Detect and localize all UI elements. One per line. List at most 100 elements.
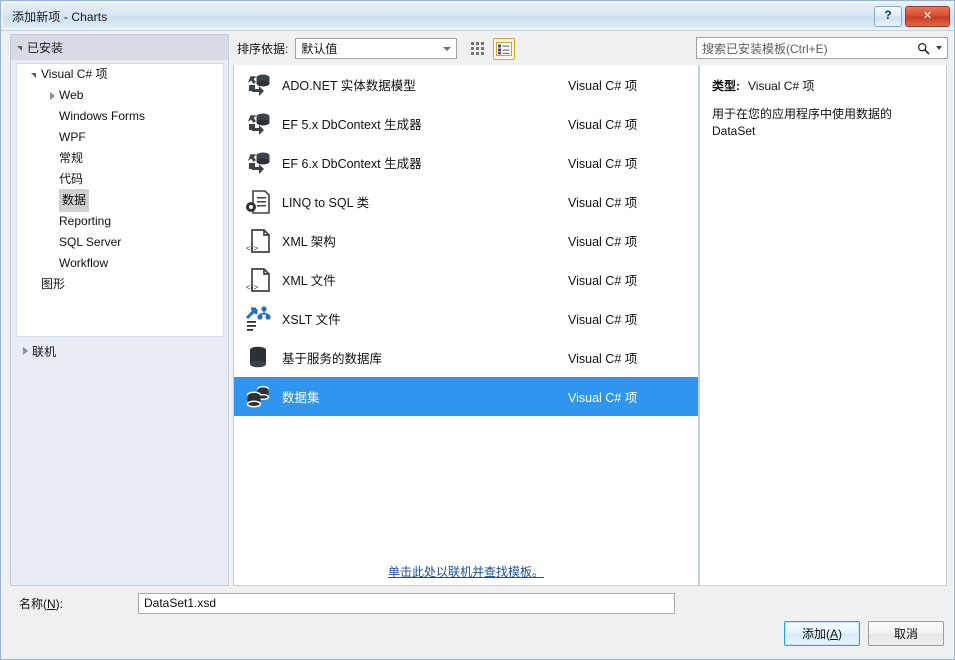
list-view-button[interactable] bbox=[493, 37, 516, 60]
find-online-templates-link[interactable]: 单击此处以联机并查找模板。 bbox=[234, 563, 698, 580]
sidebar-item-1[interactable]: Visual C# 项 bbox=[17, 64, 223, 85]
chevron-down-icon bbox=[438, 40, 456, 57]
window-controls bbox=[874, 6, 950, 27]
search-dropdown-icon[interactable] bbox=[934, 46, 944, 50]
detail-type-value: Visual C# 项 bbox=[748, 79, 815, 93]
template-item-name: ADO.NET 实体数据模型 bbox=[282, 79, 416, 93]
name-label-suffix: ): bbox=[55, 596, 64, 611]
grid-view-button[interactable] bbox=[467, 38, 489, 60]
sidebar-item-label: WPF bbox=[59, 130, 86, 144]
template-item-kind: Visual C# 项 bbox=[568, 157, 638, 171]
collapse-triangle-icon bbox=[11, 44, 27, 51]
sidebar-item-7[interactable]: 数据 bbox=[17, 189, 223, 212]
search-placeholder: 搜索已安装模板(Ctrl+E) bbox=[702, 41, 828, 56]
help-icon[interactable] bbox=[874, 6, 902, 27]
database-icon bbox=[250, 346, 266, 367]
template-item-name: XSLT 文件 bbox=[282, 313, 341, 327]
sidebar-item-label: 图形 bbox=[41, 277, 66, 291]
template-list-item[interactable]: EF 5.x DbContext 生成器 Visual C# 项 bbox=[234, 104, 698, 143]
installed-header[interactable]: 已安装 bbox=[11, 35, 228, 60]
tree-node-container: Visual C# 项 Web Windows Forms WPF 常规代码数据 Repo… bbox=[16, 63, 224, 337]
installed-templates-tree: 已安装 Visual C# 项 Web Windows Forms WPF 常规代码数据… bbox=[10, 34, 229, 586]
xslt-file-icon bbox=[245, 305, 271, 331]
template-list-rows: ADO.NET 实体数据模型 Visual C# 项 EF 5.x DbContex… bbox=[234, 65, 698, 416]
name-input[interactable]: DataSet1.xsd bbox=[138, 592, 675, 614]
template-item-kind: Visual C# 项 bbox=[568, 352, 638, 366]
template-list: ADO.NET 实体数据模型 Visual C# 项 EF 5.x DbContex… bbox=[233, 65, 699, 586]
xml-file-icon: <▪> bbox=[246, 267, 270, 292]
sidebar-item-9[interactable]: SQL Server bbox=[17, 232, 223, 253]
sidebar-item-2[interactable]: Web bbox=[17, 85, 223, 106]
expand-triangle-icon[interactable] bbox=[43, 92, 59, 100]
database-icon bbox=[234, 338, 282, 377]
detail-type-label: 类型: bbox=[712, 79, 740, 93]
template-item-kind: Visual C# 项 bbox=[568, 196, 638, 210]
xslt-file-icon bbox=[234, 299, 282, 338]
entity-data-model-icon bbox=[234, 143, 282, 182]
linq-to-sql-icon bbox=[234, 182, 282, 221]
detail-description: 用于在您的应用程序中使用数据的 DataSet bbox=[712, 107, 893, 138]
template-item-name: XML 架构 bbox=[282, 235, 336, 249]
template-list-item[interactable]: <▪> XML 文件 Visual C# 项 bbox=[234, 260, 698, 299]
sidebar-item-3[interactable]: Windows Forms bbox=[17, 106, 223, 127]
name-row: 名称(N): DataSet1.xsd bbox=[1, 587, 954, 619]
close-icon[interactable] bbox=[905, 6, 950, 27]
title-bar: 添加新项 - Charts bbox=[1, 1, 954, 31]
template-item-kind: Visual C# 项 bbox=[568, 391, 638, 405]
template-list-item[interactable]: LINQ to SQL 类 Visual C# 项 bbox=[234, 182, 698, 221]
add-new-item-dialog: 添加新项 - Charts 排序依据: 默认值 bbox=[0, 0, 955, 660]
left-gutter bbox=[1, 32, 10, 586]
linq-to-sql-icon bbox=[246, 189, 270, 214]
sort-by-label: 排序依据: bbox=[237, 42, 289, 56]
sidebar-item-11[interactable]: 图形 bbox=[17, 274, 223, 295]
list-toolbar: 排序依据: 默认值 bbox=[233, 32, 699, 65]
dataset-icon bbox=[234, 377, 282, 416]
sidebar-item-4[interactable]: WPF bbox=[17, 127, 223, 148]
template-item-name: EF 6.x DbContext 生成器 bbox=[282, 157, 422, 171]
sidebar-item-10[interactable]: Workflow bbox=[17, 253, 223, 274]
search-icon bbox=[912, 42, 934, 55]
template-item-name: XML 文件 bbox=[282, 274, 336, 288]
dataset-icon bbox=[246, 385, 270, 407]
template-list-item[interactable]: EF 6.x DbContext 生成器 Visual C# 项 bbox=[234, 143, 698, 182]
sidebar-item-6[interactable]: 代码 bbox=[17, 169, 223, 190]
sidebar-item-label: 代码 bbox=[59, 172, 84, 186]
svg-text:<▪>: <▪> bbox=[246, 283, 259, 292]
template-list-item[interactable]: 数据集 Visual C# 项 bbox=[234, 377, 698, 416]
cancel-button[interactable]: 取消 bbox=[868, 621, 944, 646]
view-mode-buttons bbox=[467, 37, 516, 60]
name-input-value: DataSet1.xsd bbox=[144, 596, 217, 610]
template-list-item[interactable]: XSLT 文件 Visual C# 项 bbox=[234, 299, 698, 338]
sidebar-item-label: Windows Forms bbox=[59, 109, 146, 123]
entity-data-model-icon bbox=[247, 113, 270, 135]
grid-view-icon bbox=[470, 42, 484, 55]
svg-text:<▪>: <▪> bbox=[246, 244, 259, 253]
add-button-prefix: 添加( bbox=[801, 627, 830, 641]
xml-file-icon: <▪> bbox=[246, 228, 270, 253]
template-list-item[interactable]: <▪> XML 架构 Visual C# 项 bbox=[234, 221, 698, 260]
template-item-kind: Visual C# 项 bbox=[568, 118, 638, 132]
template-list-item[interactable]: 基于服务的数据库 Visual C# 项 bbox=[234, 338, 698, 377]
template-item-name: LINQ to SQL 类 bbox=[282, 196, 370, 210]
add-button[interactable]: 添加(A) bbox=[784, 621, 860, 646]
template-list-item[interactable]: ADO.NET 实体数据模型 Visual C# 项 bbox=[234, 65, 698, 104]
sidebar-item-label: SQL Server bbox=[59, 235, 122, 249]
collapse-triangle-icon[interactable] bbox=[25, 71, 41, 78]
sidebar-item-online-label: 联机 bbox=[32, 344, 57, 359]
dialog-title: 添加新项 - Charts bbox=[12, 10, 108, 24]
sidebar-item-online[interactable]: 联机 bbox=[16, 340, 224, 362]
sidebar-item-8[interactable]: Reporting bbox=[17, 211, 223, 232]
sidebar-item-label: Web bbox=[59, 88, 84, 102]
search-input[interactable]: 搜索已安装模板(Ctrl+E) bbox=[696, 37, 948, 59]
template-item-name: 基于服务的数据库 bbox=[282, 352, 383, 366]
xml-file-icon: <▪> bbox=[234, 221, 282, 260]
name-label-accel: N bbox=[47, 596, 56, 611]
add-button-accel: A bbox=[829, 626, 838, 641]
template-item-kind: Visual C# 项 bbox=[568, 274, 638, 288]
sidebar-item-5[interactable]: 常规 bbox=[17, 148, 223, 169]
template-details-panel: 类型: Visual C# 项 用于在您的应用程序中使用数据的 DataSet bbox=[699, 65, 947, 586]
sidebar-item-label: 常规 bbox=[59, 151, 84, 165]
template-item-name: EF 5.x DbContext 生成器 bbox=[282, 118, 422, 132]
dialog-buttons: 添加(A) 取消 bbox=[784, 621, 944, 646]
sort-by-dropdown[interactable]: 默认值 bbox=[295, 38, 458, 59]
